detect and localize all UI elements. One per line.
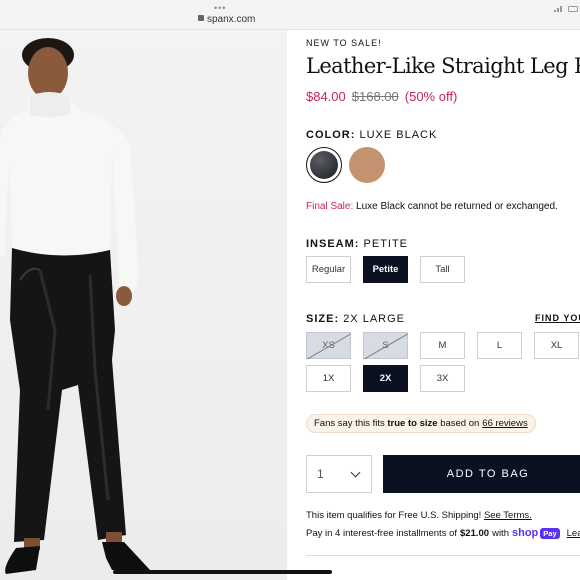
home-indicator[interactable] bbox=[113, 570, 332, 574]
inseam-label: INSEAM: PETITE bbox=[306, 238, 409, 250]
price-row: $84.00 $168.00 (50% off) bbox=[306, 89, 457, 104]
url-bar[interactable]: spanx.com bbox=[198, 14, 255, 25]
inseam-tall[interactable]: Tall bbox=[420, 256, 465, 283]
fit-review-badge: Fans say this fits true to size based on… bbox=[306, 414, 536, 433]
size-xs[interactable]: XS bbox=[306, 332, 351, 359]
tab-dots[interactable]: ••• bbox=[214, 3, 226, 13]
discount-percent: (50% off) bbox=[404, 89, 458, 104]
product-title: Leather-Like Straight Leg Pant bbox=[306, 54, 580, 78]
divider bbox=[306, 555, 580, 556]
reviews-link[interactable]: 66 reviews bbox=[482, 418, 527, 429]
find-your-fit-link[interactable]: FIND YOUR bbox=[535, 313, 580, 323]
size-xl[interactable]: XL bbox=[534, 332, 579, 359]
size-label: SIZE: 2X LARGE bbox=[306, 313, 405, 325]
color-label: COLOR: LUXE BLACK bbox=[306, 129, 438, 141]
inseam-petite[interactable]: Petite bbox=[363, 256, 408, 283]
sale-eyebrow: NEW TO SALE! bbox=[306, 38, 382, 48]
size-m[interactable]: M bbox=[420, 332, 465, 359]
browser-status-bar: ••• spanx.com bbox=[0, 0, 580, 30]
model-figure bbox=[0, 38, 150, 574]
url-text: spanx.com bbox=[207, 14, 256, 25]
final-sale-text: Luxe Black cannot be returned or exchang… bbox=[356, 201, 558, 212]
learn-more-link[interactable]: Learn m bbox=[567, 528, 580, 539]
chevron-down-icon bbox=[350, 467, 361, 478]
shipping-notice: This item qualifies for Free U.S. Shippi… bbox=[306, 510, 532, 521]
battery-icon bbox=[568, 6, 578, 12]
sale-price: $84.00 bbox=[306, 89, 346, 104]
see-terms-link[interactable]: See Terms. bbox=[484, 510, 532, 521]
swatch-luxe-black[interactable] bbox=[306, 147, 342, 183]
installments-notice: Pay in 4 interest-free installments of $2… bbox=[306, 527, 580, 539]
swatch-fill bbox=[310, 151, 338, 179]
color-selected: LUXE BLACK bbox=[359, 129, 438, 141]
final-sale-notice: Final Sale: Luxe Black cannot be returne… bbox=[306, 201, 558, 212]
size-s[interactable]: S bbox=[363, 332, 408, 359]
quantity-select[interactable]: 1 bbox=[306, 455, 372, 493]
lock-icon bbox=[198, 15, 204, 21]
final-sale-label: Final Sale: bbox=[306, 201, 354, 212]
product-details-panel: NEW TO SALE! Leather-Like Straight Leg P… bbox=[287, 30, 580, 580]
size-l[interactable]: L bbox=[477, 332, 522, 359]
original-price: $168.00 bbox=[351, 89, 399, 104]
size-1x[interactable]: 1X bbox=[306, 365, 351, 392]
size-3x[interactable]: 3X bbox=[420, 365, 465, 392]
add-to-bag-button[interactable]: ADD TO BAG bbox=[383, 455, 580, 493]
swatch-tan[interactable] bbox=[349, 147, 385, 183]
installment-amount: $21.00 bbox=[460, 527, 490, 539]
signal-icon bbox=[554, 6, 564, 12]
swatch-fill bbox=[349, 147, 385, 183]
size-selected: 2X LARGE bbox=[343, 313, 405, 325]
shop-pay-logo: shop Pay bbox=[512, 527, 560, 539]
size-2x[interactable]: 2X bbox=[363, 365, 408, 392]
quantity-value: 1 bbox=[317, 467, 324, 481]
inseam-regular[interactable]: Regular bbox=[306, 256, 351, 283]
product-image[interactable] bbox=[0, 30, 287, 580]
inseam-selected: PETITE bbox=[363, 238, 409, 250]
